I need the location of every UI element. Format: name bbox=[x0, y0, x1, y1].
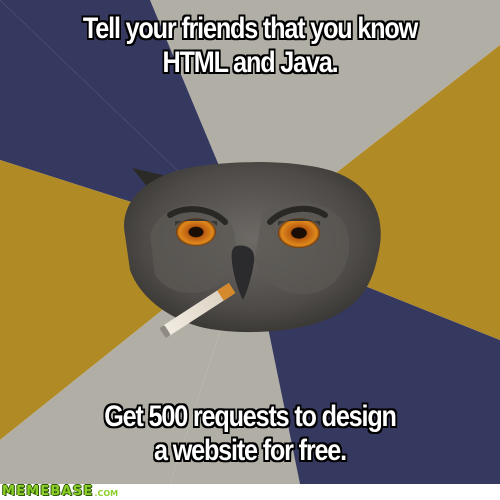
owl-head bbox=[124, 162, 381, 333]
bottom-caption: Get 500 requests to design a website for… bbox=[40, 400, 460, 468]
top-caption-line-1: Tell your friends that you know bbox=[82, 12, 418, 45]
top-caption: Tell your friends that you know HTML and… bbox=[40, 12, 460, 80]
bottom-caption-line-2: a website for free. bbox=[154, 434, 347, 467]
brand-name: MEMEBASE bbox=[2, 484, 94, 499]
memebase-logo: MEMEBASE .COM bbox=[2, 485, 118, 499]
top-caption-line-2: HTML and Java. bbox=[162, 46, 339, 79]
owl-eye-left bbox=[176, 218, 216, 246]
meme-image: Tell your friends that you know HTML and… bbox=[0, 0, 500, 500]
bottom-caption-line-1: Get 500 requests to design bbox=[104, 400, 397, 433]
watermark-bar: MEMEBASE .COM bbox=[0, 484, 500, 500]
owl-facial-disc-right bbox=[255, 201, 350, 295]
brand-suffix: .COM bbox=[94, 489, 119, 498]
owl-eye-right bbox=[278, 218, 320, 248]
